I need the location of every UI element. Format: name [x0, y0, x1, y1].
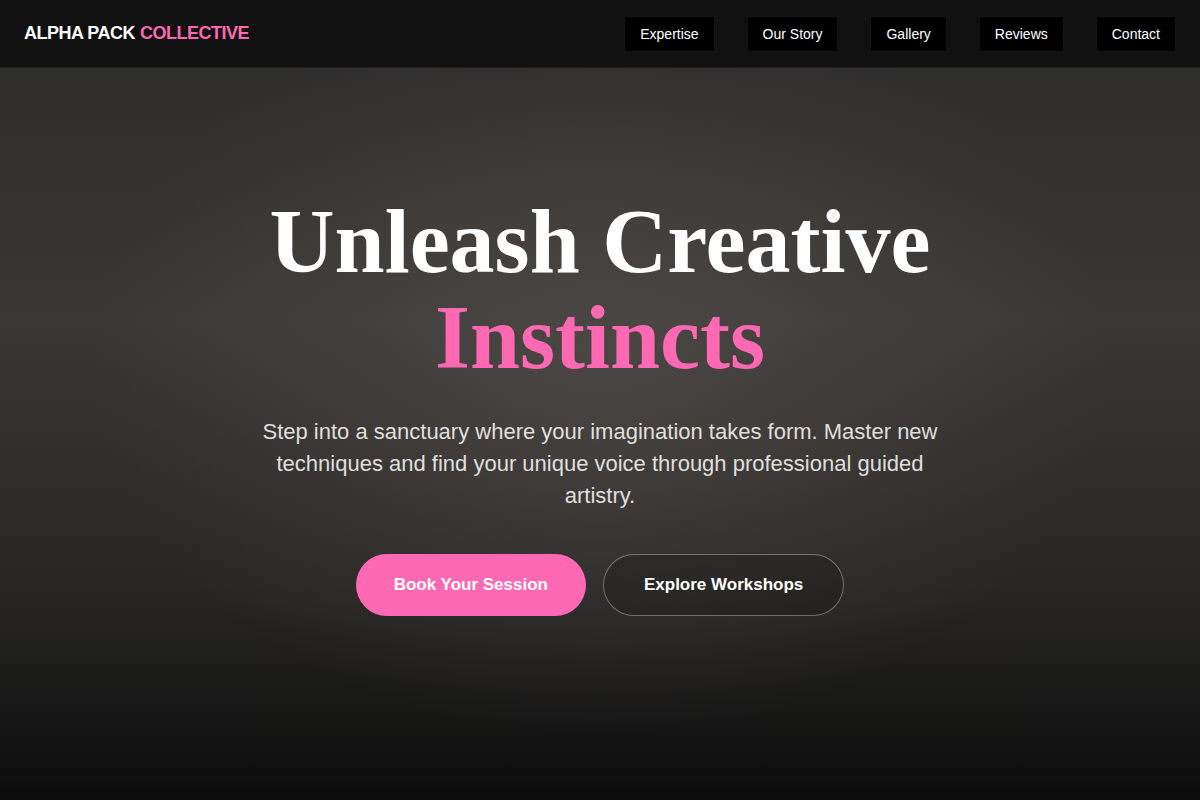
- logo-name: ALPHA PACK: [24, 23, 135, 44]
- hero-subtitle: Step into a sanctuary where your imagina…: [260, 416, 940, 512]
- main-nav: Expertise Our Story Gallery Reviews Contact: [624, 16, 1176, 52]
- title-line: Unleash Creative: [270, 194, 931, 290]
- hero-actions: Book Your Session Explore Workshops: [356, 554, 845, 616]
- title-accent: Instincts: [435, 290, 765, 386]
- hero-button[interactable]: Explore Workshops: [603, 554, 844, 616]
- nav-item[interactable]: Reviews: [979, 16, 1064, 52]
- nav-item[interactable]: Our Story: [747, 16, 839, 52]
- hero-photo: [0, 0, 1200, 800]
- nav-item[interactable]: Gallery: [870, 16, 946, 52]
- hero-button[interactable]: Book Your Session: [356, 554, 586, 616]
- logo[interactable]: ALPHA PACKCOLLECTIVE: [24, 23, 249, 44]
- hero: Unleash CreativeInstincts Step into a san…: [0, 68, 1200, 800]
- top-bar: ALPHA PACKCOLLECTIVE Expertise Our Story Ga…: [0, 0, 1200, 68]
- nav-item[interactable]: Contact: [1096, 16, 1176, 52]
- nav-item[interactable]: Expertise: [624, 16, 714, 52]
- logo-accent: COLLECTIVE: [140, 23, 249, 44]
- landing-page: ALPHA PACKCOLLECTIVE Expertise Our Story Ga…: [0, 0, 1200, 800]
- hero-title: Unleash CreativeInstincts: [270, 194, 931, 386]
